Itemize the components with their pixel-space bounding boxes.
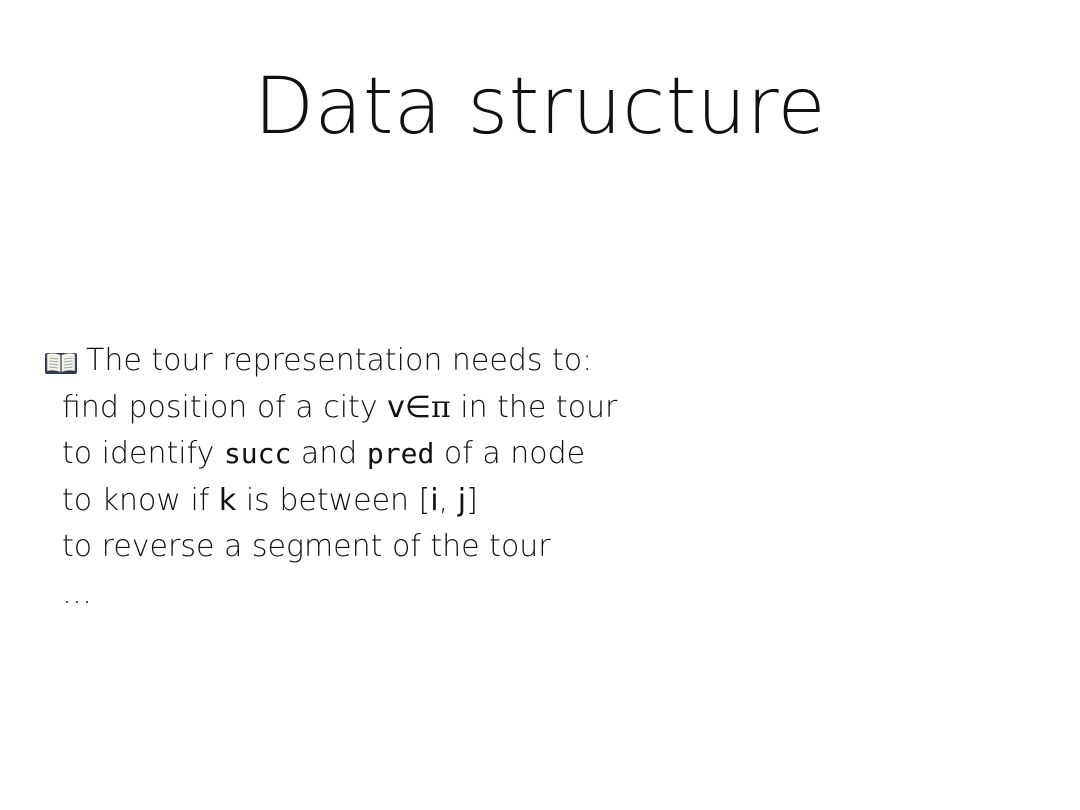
slide-title: Data structure [253, 62, 826, 152]
intro-line: The tour representation needs to: [44, 338, 764, 385]
item-text: to know if [62, 482, 219, 518]
ellipsis: … [62, 575, 92, 611]
list-item: to know if k is between [i, j] [44, 478, 764, 525]
math-symbol-j: j [457, 482, 467, 518]
intro-text: The tour representation needs to: [86, 343, 593, 378]
math-symbol-v: v [387, 389, 405, 425]
item-text: of a node [434, 436, 586, 471]
math-symbol-element-of: ∈ [404, 389, 432, 425]
item-text: and [291, 436, 367, 471]
math-symbol-i: i [430, 482, 439, 518]
math-symbol-k: k [218, 482, 237, 518]
list-item: find position of a city v∈π in the tour [44, 385, 764, 432]
item-text: to reverse a segment of the tour [62, 529, 551, 564]
code-succ: succ [223, 437, 292, 470]
code-pred: pred [366, 437, 435, 470]
item-text: in the tour [450, 389, 618, 425]
list-item: to reverse a segment of the tour [44, 524, 764, 571]
math-symbol-pi: π [431, 389, 451, 425]
list-item: to identify succ and pred of a node [44, 431, 764, 478]
list-item: … [44, 571, 764, 618]
open-book-icon [44, 344, 78, 375]
item-text: to identify [62, 436, 224, 471]
item-text: find position of a city [62, 389, 388, 425]
item-text: ] [466, 482, 478, 518]
item-text: , [438, 482, 458, 518]
item-text: is between [ [236, 482, 431, 518]
slide-content: The tour representation needs to: find p… [44, 338, 764, 617]
